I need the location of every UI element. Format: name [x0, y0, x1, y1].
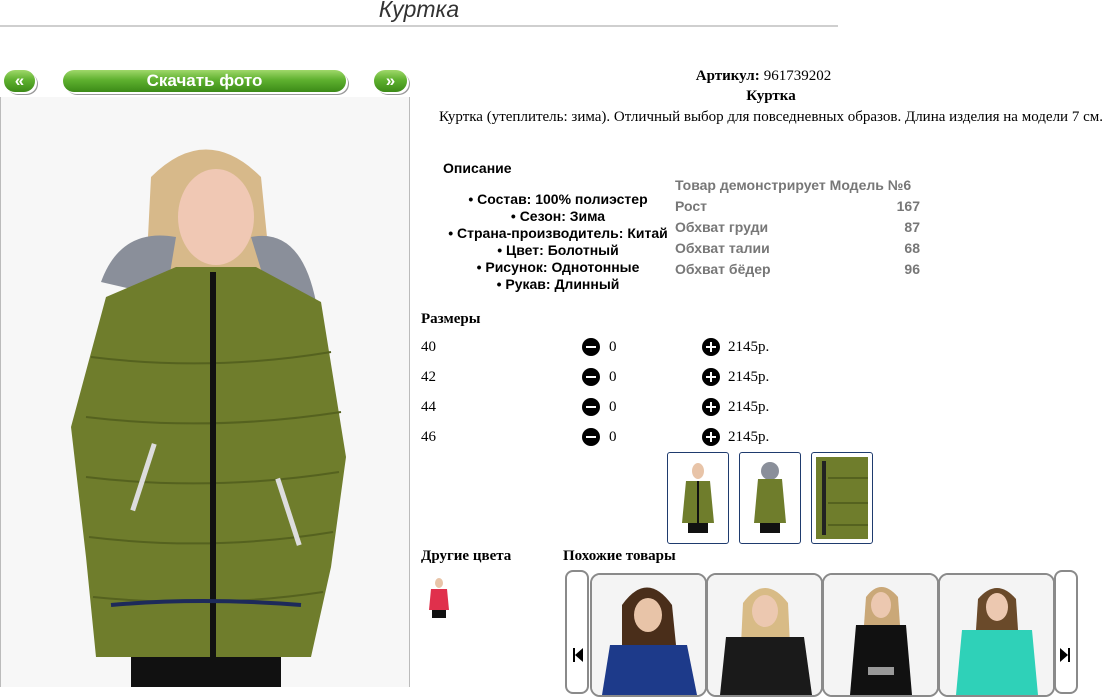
fabric-thumbnail-image [816, 457, 868, 539]
quantity-value: 0 [609, 339, 617, 355]
measure-row: Обхват груди 87 [675, 217, 920, 238]
description-list: Состав: 100% полиэстер Сезон: Зима Стран… [438, 191, 678, 293]
thumbnail-detail[interactable] [811, 452, 873, 544]
measure-label: Обхват талии [675, 240, 770, 256]
jacket-thumbnail-image [682, 463, 714, 533]
product-name: Куртка [746, 88, 796, 104]
description-item: Сезон: Зима [438, 208, 678, 225]
article-value: 961739202 [763, 68, 832, 84]
measure-row: Обхват бёдер 96 [675, 259, 920, 280]
quantity-value: 0 [609, 369, 617, 385]
plus-icon[interactable] [702, 428, 720, 446]
article-label: Артикул: [695, 68, 760, 84]
similar-product-card[interactable] [590, 573, 707, 697]
plus-icon[interactable] [702, 368, 720, 386]
description-item: Страна-производитель: Китай [438, 225, 678, 242]
carousel-next-icon [1060, 648, 1070, 662]
similar-products-heading: Похожие товары [563, 548, 676, 564]
page-title: Куртка [378, 0, 460, 22]
measure-label: Рост [675, 198, 707, 214]
size-row: 44 0 2145р. [421, 398, 821, 429]
thumbnail-front[interactable] [667, 452, 729, 544]
minus-icon[interactable] [582, 428, 600, 446]
carousel-prev-button[interactable] [565, 570, 589, 694]
measure-row: Обхват талии 68 [675, 238, 920, 259]
similar-product-image [592, 575, 705, 695]
description-item: Рукав: Длинный [438, 276, 678, 293]
size-label: 46 [421, 429, 436, 445]
description-item: Рисунок: Однотонные [438, 259, 678, 276]
description-item: Состав: 100% полиэстер [438, 191, 678, 208]
next-photo-button[interactable]: » [374, 70, 407, 92]
download-photo-button[interactable]: Скачать фото [63, 70, 346, 92]
price-value: 2145р. [728, 429, 770, 445]
similar-product-image [940, 575, 1053, 695]
plus-icon[interactable] [702, 398, 720, 416]
model-measurements: Товар демонстрирует Модель №6 Рост 167 Об… [675, 175, 920, 280]
plus-icon[interactable] [702, 338, 720, 356]
measure-value: 167 [896, 198, 920, 214]
size-label: 44 [421, 399, 436, 415]
price-value: 2145р. [728, 369, 770, 385]
pink-jacket-thumbnail [429, 578, 449, 618]
measure-row: Рост 167 [675, 196, 920, 217]
size-row: 42 0 2145р. [421, 368, 821, 399]
minus-icon[interactable] [582, 368, 600, 386]
sizes-heading: Размеры [421, 311, 481, 327]
size-row: 40 0 2145р. [421, 338, 821, 369]
other-color-swatch-pink[interactable] [426, 576, 452, 620]
similar-product-card[interactable] [938, 573, 1055, 697]
similar-product-image [824, 575, 937, 695]
main-product-photo[interactable] [0, 97, 410, 687]
quantity-value: 0 [609, 429, 617, 445]
model-heading-text: Товар демонстрирует Модель №6 [675, 177, 912, 193]
jacket-thumbnail-image [754, 462, 786, 533]
similar-product-image [708, 575, 821, 695]
jacket-photo-illustration [1, 97, 409, 687]
carousel-next-button[interactable] [1054, 570, 1078, 694]
title-divider [0, 25, 838, 27]
description-heading: Описание [443, 160, 512, 176]
price-value: 2145р. [728, 339, 770, 355]
description-item: Цвет: Болотный [438, 242, 678, 259]
similar-product-card[interactable] [822, 573, 939, 697]
minus-icon[interactable] [582, 398, 600, 416]
thumbnail-back[interactable] [739, 452, 801, 544]
measure-value: 68 [904, 240, 920, 256]
measure-label: Обхват бёдер [675, 261, 771, 277]
measure-value: 96 [904, 261, 920, 277]
carousel-prev-icon [573, 648, 583, 662]
size-label: 40 [421, 339, 436, 355]
measure-value: 87 [904, 219, 920, 235]
model-heading: Товар демонстрирует Модель №6 [675, 175, 920, 196]
measure-label: Обхват груди [675, 219, 769, 235]
similar-product-card[interactable] [706, 573, 823, 697]
product-summary: Куртка (утеплитель: зима). Отличный выбо… [439, 109, 1103, 125]
quantity-value: 0 [609, 399, 617, 415]
price-value: 2145р. [728, 399, 770, 415]
minus-icon[interactable] [582, 338, 600, 356]
other-colors-heading: Другие цвета [421, 548, 512, 564]
size-label: 42 [421, 369, 436, 385]
prev-photo-button[interactable]: « [4, 70, 35, 92]
